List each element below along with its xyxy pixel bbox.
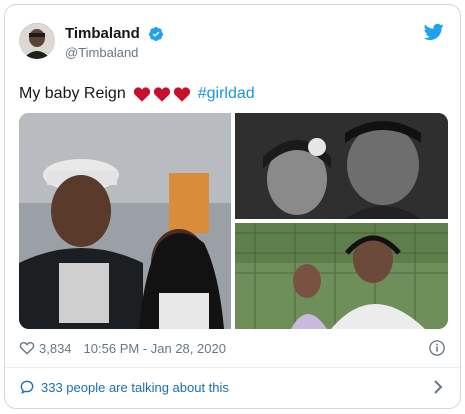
tweet-text: My baby Reign #girldad [19,85,255,103]
tweet-timestamp[interactable]: 10:56 PM - Jan 28, 2020 [84,341,226,356]
author-name[interactable]: Timbaland [65,25,140,42]
heart-outline-icon[interactable] [19,340,35,356]
tweet-text-body: My baby Reign [19,85,126,102]
divider [5,367,460,368]
red-heart-emoji-icon [133,87,150,102]
author-info[interactable]: Timbaland @Timbaland [65,25,164,60]
tweet-header: Timbaland @Timbaland [19,19,446,75]
red-heart-emoji-icon [173,87,190,102]
author-avatar[interactable] [19,23,55,59]
photo-top-right[interactable] [235,113,448,219]
photo-left[interactable] [19,113,231,329]
info-icon[interactable] [428,339,446,357]
like-count[interactable]: 3,834 [39,341,72,356]
chevron-right-icon[interactable] [432,379,444,395]
author-handle[interactable]: @Timbaland [65,45,164,60]
tweet-media-grid[interactable] [19,113,448,329]
verified-badge-icon [149,26,164,41]
heart-emojis [133,86,191,102]
photo-bottom-right[interactable] [235,223,448,329]
twitter-bird-icon[interactable] [424,23,444,41]
tweet-card[interactable]: Timbaland @Timbaland My baby Reign #girl… [4,4,461,409]
conversation-link[interactable]: 333 people are talking about this [19,377,446,397]
conversation-text[interactable]: 333 people are talking about this [41,380,229,395]
hashtag-link[interactable]: #girldad [198,85,255,103]
speech-bubble-icon [20,380,34,394]
tweet-meta: 3,834 10:56 PM - Jan 28, 2020 [19,338,446,358]
red-heart-emoji-icon [153,87,170,102]
